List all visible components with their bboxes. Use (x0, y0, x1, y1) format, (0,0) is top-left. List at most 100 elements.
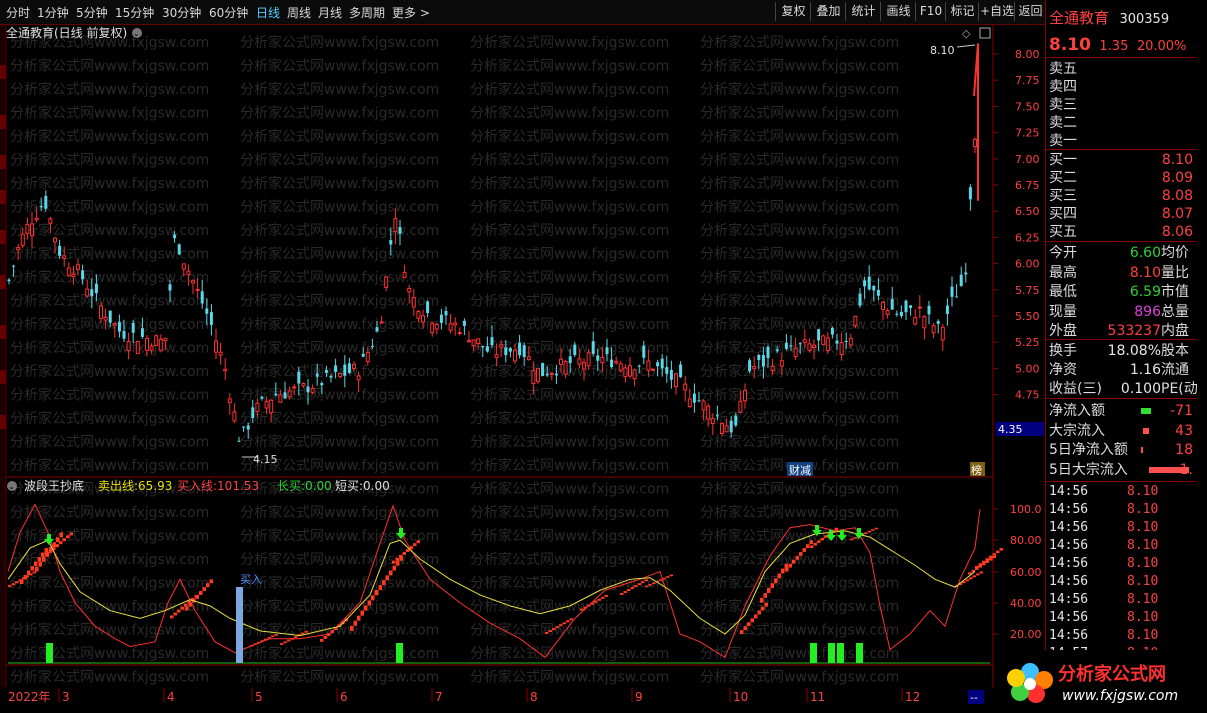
period-tab-1[interactable]: 1分钟 (37, 4, 69, 21)
period-tab-10[interactable]: 更多 > (392, 4, 430, 21)
indicator-bar (989, 558, 993, 561)
stat-row-extra: 量比 (1161, 264, 1189, 281)
watermark-text: 分析家公式网www.fxjgsw.com (10, 128, 209, 145)
tick-time: 14:56 (1049, 484, 1089, 499)
bid-row-label: 买二 (1049, 170, 1077, 186)
candle-body (154, 335, 159, 346)
flow-row-label: 5日大宗流入 (1049, 461, 1128, 478)
tick-time: 14:56 (1049, 556, 1089, 571)
period-tab-3[interactable]: 15分钟 (115, 4, 154, 21)
toolbar-button-7[interactable]: 返回 (1014, 2, 1046, 21)
watermark-text: 分析家公式网www.fxjgsw.com (700, 645, 899, 662)
bid-row: 买三 8.08 (1049, 187, 1197, 205)
watermark-text: 分析家公式网www.fxjgsw.com (470, 551, 669, 568)
indicator-bar (375, 590, 379, 595)
watermark-text: 分析家公式网www.fxjgsw.com (700, 293, 899, 310)
toolbar-button-2[interactable]: 统计 (845, 2, 881, 21)
candle-body (802, 339, 807, 343)
toolbar-button-0[interactable]: 复权 (775, 2, 811, 21)
watermark-text: 分析家公式网www.fxjgsw.com (470, 222, 669, 239)
candle-body (112, 323, 117, 326)
candle-body (959, 274, 963, 286)
main-chart-title: 全通教育(日线 前复权) (6, 25, 127, 40)
indicator-bar (27, 570, 31, 576)
candle-body (407, 288, 412, 293)
toolbar-button-4[interactable]: F10 (915, 2, 946, 21)
indicator-bar (992, 553, 996, 556)
indicator-bar (402, 551, 406, 555)
month-label: 11 (810, 690, 825, 704)
candle-body (917, 306, 922, 309)
watermark-text: 分析家公式网www.fxjgsw.com (700, 199, 899, 216)
watermark-text: 分析家公式网www.fxjgsw.com (240, 575, 439, 592)
bang-badge-label: 榜 (971, 463, 982, 477)
toolbar-button-6[interactable]: +自选 (978, 2, 1015, 21)
candle-body (945, 305, 949, 314)
candle-body (320, 383, 324, 386)
site-logo: 分析家公式网 www.fxjgsw.com (1000, 650, 1207, 713)
window-icon[interactable] (979, 27, 991, 39)
indicator-bar (195, 594, 199, 599)
watermark-text: 分析家公式网www.fxjgsw.com (470, 316, 669, 333)
watermark-text: 分析家公式网www.fxjgsw.com (240, 58, 439, 75)
indicator-bar (562, 622, 566, 625)
tick-price: 8.10 (1127, 520, 1159, 535)
period-tab-4[interactable]: 30分钟 (162, 4, 201, 21)
candle-body (867, 276, 871, 290)
watermark-text: 分析家公式网www.fxjgsw.com (240, 316, 439, 333)
indicator-bar (761, 606, 765, 611)
period-tab-2[interactable]: 5分钟 (76, 4, 108, 21)
watermark-text: 分析家公式网www.fxjgsw.com (240, 269, 439, 286)
toolbar-button-5[interactable]: 标记 (945, 2, 979, 21)
indicator-bar (817, 540, 821, 543)
candle-body (793, 347, 798, 358)
watermark-text: 分析家公式网www.fxjgsw.com (700, 222, 899, 239)
period-tab-5[interactable]: 60分钟 (209, 4, 248, 21)
candle-body (173, 234, 177, 239)
candle-body (149, 345, 154, 351)
period-tab-6[interactable]: 日线 (256, 4, 280, 21)
candle-body (48, 218, 53, 224)
indicator-bar (637, 583, 641, 586)
month-label: 12 (905, 690, 920, 704)
candle-body (518, 342, 522, 356)
watermark-text: 分析家公式网www.fxjgsw.com (10, 269, 209, 286)
candle-body (858, 293, 862, 306)
candle-body (863, 280, 867, 287)
indicator-bar (56, 537, 60, 543)
indicator-bar (620, 592, 624, 595)
candle-body (577, 358, 582, 365)
candle-body (467, 340, 471, 343)
period-tab-7[interactable]: 周线 (287, 4, 311, 21)
indicator-tick: 60.00 (1010, 566, 1042, 579)
candle-body (140, 328, 144, 337)
candle-body (53, 237, 57, 243)
watermark-text: 分析家公式网www.fxjgsw.com (10, 152, 209, 169)
indicator-bar (199, 591, 203, 595)
price-tick: 6.25 (1015, 231, 1040, 244)
long-buy-bar (810, 643, 817, 663)
watermark-text: 分析家公式网www.fxjgsw.com (700, 669, 899, 686)
indicator-bar (350, 625, 354, 631)
main-chart[interactable]: 分析家公式网www.fxjgsw.com 分析家公式网www.fxjgsw.com… (0, 25, 1045, 690)
toolbar-button-1[interactable]: 叠加 (810, 2, 846, 21)
candle-body (817, 329, 821, 341)
period-tab-9[interactable]: 多周期 (349, 4, 385, 21)
buy-signal-label: 买入 (240, 573, 262, 586)
stat-row-extra: 内盘 (1161, 323, 1189, 339)
diamond-icon[interactable]: ◇ (962, 27, 971, 40)
candle-body (701, 400, 706, 411)
stat-row: 最高 8.10 量比 (1049, 264, 1197, 282)
candle-body (439, 314, 443, 323)
period-tab-0[interactable]: 分时 (6, 4, 30, 21)
ask-row-label: 卖五 (1049, 61, 1077, 77)
stat2-row-extra: PE(动 (1161, 381, 1198, 397)
candle-body (568, 356, 572, 364)
indicator-bar (982, 560, 986, 564)
candle-body (881, 301, 885, 311)
toolbar-button-3[interactable]: 画线 (880, 2, 916, 21)
high-price-label: 8.10 (930, 44, 955, 57)
candle-body (122, 330, 126, 339)
indicator-bar (371, 595, 375, 601)
period-tab-8[interactable]: 月线 (318, 4, 342, 21)
